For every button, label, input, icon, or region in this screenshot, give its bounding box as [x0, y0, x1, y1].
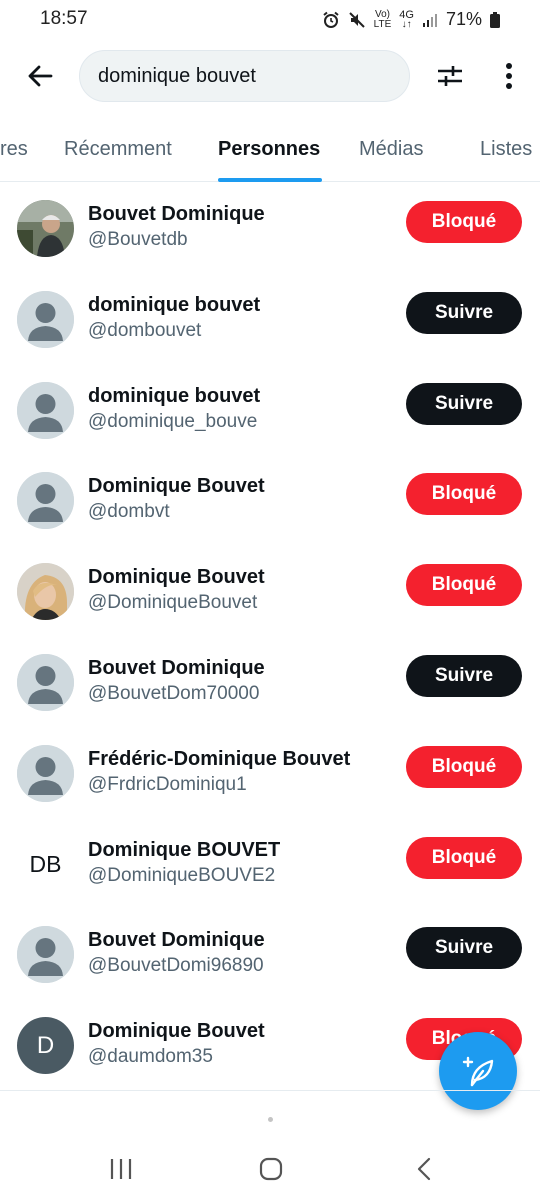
- avatar-initials: DB: [29, 850, 62, 877]
- search-filter-button[interactable]: [428, 54, 472, 98]
- more-options-button[interactable]: [487, 54, 531, 98]
- blocked-button[interactable]: Bloqué: [406, 745, 522, 788]
- mute-icon: [348, 11, 366, 29]
- back-button[interactable]: [18, 54, 62, 98]
- tab-media[interactable]: Médias: [359, 138, 423, 161]
- avatar[interactable]: [17, 653, 74, 711]
- 4g-icon: 4G ↓↑: [399, 8, 414, 30]
- user-display-name: Dominique Bouvet: [88, 1020, 265, 1043]
- user-display-name: dominique bouvet: [88, 384, 261, 407]
- compose-button[interactable]: [439, 1032, 517, 1110]
- user-row[interactable]: dominique bouvet @dominique_bouve Suivre: [0, 365, 540, 456]
- user-handle: @dominique_bouve: [88, 410, 258, 432]
- user-handle: @daumdom35: [88, 1046, 213, 1068]
- avatar[interactable]: [17, 290, 74, 348]
- status-time: 18:57: [40, 8, 88, 29]
- user-display-name: Bouvet Dominique: [88, 203, 265, 225]
- network-bottom-label: LTE: [373, 18, 392, 30]
- user-row[interactable]: Dominique Bouvet @dombvt Bloqué: [0, 455, 540, 546]
- follow-button[interactable]: Suivre: [406, 291, 522, 334]
- user-handle: @dombvt: [88, 501, 170, 523]
- user-display-name: Bouvet Dominique: [88, 929, 265, 952]
- user-display-name: dominique bouvet: [88, 293, 261, 316]
- user-handle: @DominiqueBouvet: [88, 592, 258, 614]
- volte-icon: Vo) LTE: [373, 8, 392, 30]
- back-icon: [417, 1157, 431, 1181]
- blocked-button[interactable]: Bloqué: [406, 564, 522, 607]
- default-avatar-icon: [17, 744, 74, 802]
- search-tabs: res Récemment Personnes Médias Listes: [0, 126, 540, 182]
- user-row[interactable]: Bouvet Dominique @BouvetDom70000 Suivre: [0, 637, 540, 728]
- user-display-name: Bouvet Dominique: [88, 656, 265, 679]
- recents-icon: [110, 1159, 132, 1179]
- user-handle: @BouvetDomi96890: [88, 955, 264, 977]
- user-row[interactable]: Bouvet Dominique @BouvetDomi96890 Suivre: [0, 909, 540, 1000]
- blocked-button[interactable]: Bloqué: [406, 201, 522, 243]
- data-type-label: 4G: [399, 8, 414, 21]
- avatar[interactable]: [17, 744, 74, 802]
- avatar[interactable]: [17, 472, 74, 530]
- follow-button[interactable]: Suivre: [406, 654, 522, 697]
- avatar[interactable]: [17, 563, 74, 621]
- signal-icon: [422, 12, 438, 28]
- photo-man-avatar: [17, 200, 74, 257]
- default-avatar-icon: [17, 926, 74, 984]
- user-handle: @FrdricDominiqu1: [88, 773, 247, 795]
- avatar[interactable]: [17, 926, 74, 984]
- alarm-icon: [322, 11, 340, 29]
- avatar[interactable]: [17, 200, 74, 257]
- user-handle: @DominiqueBOUVE2: [88, 864, 276, 886]
- battery-icon: [490, 11, 500, 28]
- recents-button[interactable]: [101, 1152, 141, 1186]
- user-display-name: Dominique Bouvet: [88, 566, 265, 589]
- user-handle: @Bouvetdb: [88, 229, 188, 250]
- default-avatar-icon: [17, 653, 74, 711]
- user-row[interactable]: dominique bouvet @dombouvet Suivre: [0, 274, 540, 365]
- user-row[interactable]: Dominique Bouvet @DominiqueBouvet Bloqué: [0, 546, 540, 637]
- home-icon: [259, 1157, 283, 1181]
- nav-back-button[interactable]: [404, 1152, 444, 1186]
- follow-button[interactable]: Suivre: [406, 382, 522, 425]
- user-handle: @dombouvet: [88, 319, 202, 341]
- user-handle: @BouvetDom70000: [88, 682, 260, 704]
- status-bar: 18:57 Vo) LTE 4G ↓↑ 71%: [0, 0, 540, 40]
- status-icons: Vo) LTE 4G ↓↑ 71%: [322, 9, 500, 30]
- default-avatar-icon: [17, 381, 74, 439]
- home-button[interactable]: [251, 1152, 291, 1186]
- avatar[interactable]: D: [17, 1017, 74, 1075]
- scroll-indicator: [268, 1117, 273, 1122]
- active-tab-indicator: [218, 178, 322, 182]
- photo-woman-avatar: [17, 563, 74, 621]
- avatar[interactable]: DB: [17, 836, 74, 893]
- avatar-initials: D: [36, 1031, 55, 1059]
- network-top-label: Vo): [374, 8, 390, 20]
- user-row[interactable]: DB Dominique BOUVET @DominiqueBOUVE2 Blo…: [0, 819, 540, 910]
- user-display-name: Frédéric-Dominique Bouvet: [88, 747, 351, 770]
- default-avatar-icon: [17, 472, 74, 530]
- user-row[interactable]: Bouvet Dominique @Bouvetdb Bloqué: [0, 183, 540, 274]
- blocked-button[interactable]: Bloqué: [406, 473, 522, 516]
- default-avatar-icon: [17, 290, 74, 348]
- tab-top[interactable]: res: [0, 138, 28, 161]
- user-results-list: Bouvet Dominique @Bouvetdb Bloqué domini…: [0, 183, 540, 1091]
- search-input[interactable]: [98, 64, 409, 88]
- user-row[interactable]: Frédéric-Dominique Bouvet @FrdricDominiq…: [0, 728, 540, 819]
- compose-feather-icon: [462, 1056, 494, 1087]
- user-display-name: Dominique BOUVET: [88, 838, 281, 861]
- follow-button[interactable]: Suivre: [406, 927, 522, 970]
- battery-percent: 71%: [445, 9, 482, 29]
- tab-lists[interactable]: Listes: [480, 138, 532, 161]
- user-display-name: Dominique Bouvet: [88, 475, 265, 498]
- tab-recent[interactable]: Récemment: [64, 138, 172, 161]
- bottom-divider: [0, 1090, 540, 1091]
- tab-people[interactable]: Personnes: [218, 138, 320, 161]
- arrow-left-icon: [28, 65, 53, 87]
- sliders-icon: [438, 66, 462, 86]
- android-nav-bar: [0, 1140, 540, 1200]
- top-bar: [0, 40, 540, 112]
- search-box[interactable]: [79, 50, 410, 102]
- avatar[interactable]: [17, 381, 74, 439]
- blocked-button[interactable]: Bloqué: [406, 836, 522, 879]
- more-vertical-icon: [506, 63, 512, 89]
